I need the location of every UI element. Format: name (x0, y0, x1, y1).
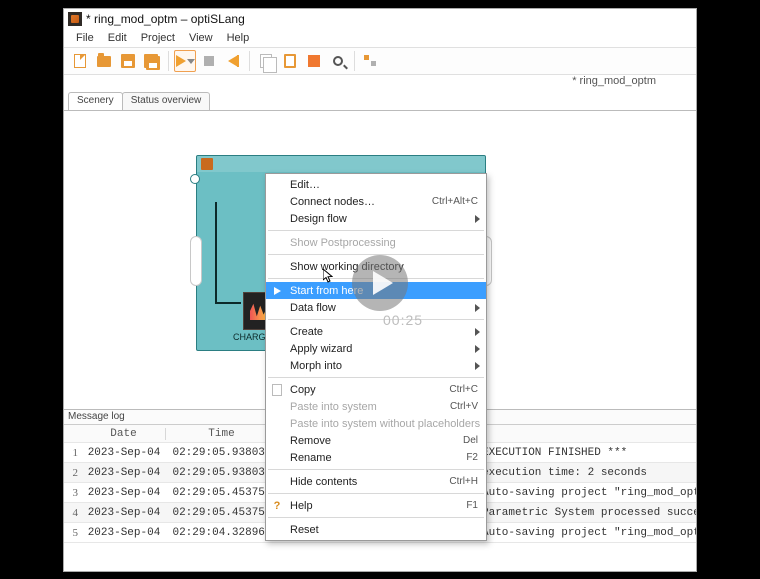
layout-button[interactable] (360, 50, 382, 72)
chevron-down-icon (187, 59, 195, 64)
search-button[interactable] (327, 50, 349, 72)
disk-icon (121, 54, 135, 68)
connection-wire (215, 302, 241, 304)
col-date[interactable]: Date (82, 428, 166, 440)
new-button[interactable] (69, 50, 91, 72)
stop-button[interactable] (198, 50, 220, 72)
context-menu: Edit… Connect nodes…Ctrl+Alt+C Design fl… (265, 173, 487, 541)
block-button[interactable] (303, 50, 325, 72)
ctx-connect-nodes[interactable]: Connect nodes…Ctrl+Alt+C (266, 193, 486, 210)
node-icon (201, 158, 213, 170)
window-title: * ring_mod_optm – optiSLang (86, 12, 245, 26)
app-icon (68, 12, 82, 26)
paste-button[interactable] (279, 50, 301, 72)
tabstrip: Scenery Status overview (64, 93, 696, 111)
menu-edit[interactable]: Edit (102, 30, 133, 46)
resize-handle-left[interactable] (190, 236, 202, 286)
tab-scenery[interactable]: Scenery (68, 92, 123, 110)
video-timestamp: 00:25 (383, 312, 423, 328)
video-play-button[interactable] (352, 255, 408, 311)
ctx-rename[interactable]: RenameF2 (266, 449, 486, 466)
input-port[interactable] (190, 174, 200, 184)
node-header (197, 156, 485, 172)
disks-icon (144, 54, 160, 68)
connection-wire (215, 202, 217, 302)
ctx-morph-into[interactable]: Morph into (266, 357, 486, 374)
tree-icon (364, 55, 378, 67)
ctx-paste-no-placeholders: Paste into system without placeholders (266, 415, 486, 432)
open-button[interactable] (93, 50, 115, 72)
play-icon (373, 271, 393, 295)
breadcrumb: * ring_mod_optm (64, 75, 696, 93)
play-icon (274, 287, 281, 295)
copy-icon (272, 384, 282, 396)
save-button[interactable] (117, 50, 139, 72)
document-icon (74, 54, 86, 68)
mouse-cursor-icon (323, 269, 333, 283)
ctx-create[interactable]: Create (266, 323, 486, 340)
copy-icon (260, 54, 272, 68)
menu-file[interactable]: File (70, 30, 100, 46)
ctx-edit[interactable]: Edit… (266, 176, 486, 193)
ctx-reset[interactable]: Reset (266, 521, 486, 538)
help-icon: ? (270, 499, 284, 513)
rewind-button[interactable] (222, 50, 244, 72)
ctx-help[interactable]: ?HelpF1 (266, 497, 486, 514)
menu-project[interactable]: Project (135, 30, 181, 46)
paste-icon (284, 54, 296, 68)
ctx-show-postprocessing: Show Postprocessing (266, 234, 486, 251)
search-icon (333, 56, 343, 66)
ctx-design-flow[interactable]: Design flow (266, 210, 486, 227)
ctx-paste-into-system: Paste into systemCtrl+V (266, 398, 486, 415)
ctx-hide-contents[interactable]: Hide contentsCtrl+H (266, 473, 486, 490)
menubar: File Edit Project View Help (64, 29, 696, 47)
menu-help[interactable]: Help (221, 30, 256, 46)
col-time[interactable]: Time (166, 428, 278, 440)
toolbar (64, 47, 696, 75)
ctx-copy[interactable]: CopyCtrl+C (266, 381, 486, 398)
save-all-button[interactable] (141, 50, 163, 72)
ctx-remove[interactable]: RemoveDel (266, 432, 486, 449)
play-icon (176, 55, 186, 67)
titlebar: * ring_mod_optm – optiSLang (64, 9, 696, 29)
folder-icon (97, 56, 111, 67)
block-icon (308, 55, 320, 67)
copy-button[interactable] (255, 50, 277, 72)
menu-view[interactable]: View (183, 30, 219, 46)
skip-back-icon (228, 55, 238, 67)
toolbar-separator (249, 51, 250, 71)
stop-icon (204, 56, 214, 66)
toolbar-separator (354, 51, 355, 71)
run-button[interactable] (174, 50, 196, 72)
toolbar-separator (168, 51, 169, 71)
tab-status-overview[interactable]: Status overview (122, 92, 211, 110)
ctx-apply-wizard[interactable]: Apply wizard (266, 340, 486, 357)
